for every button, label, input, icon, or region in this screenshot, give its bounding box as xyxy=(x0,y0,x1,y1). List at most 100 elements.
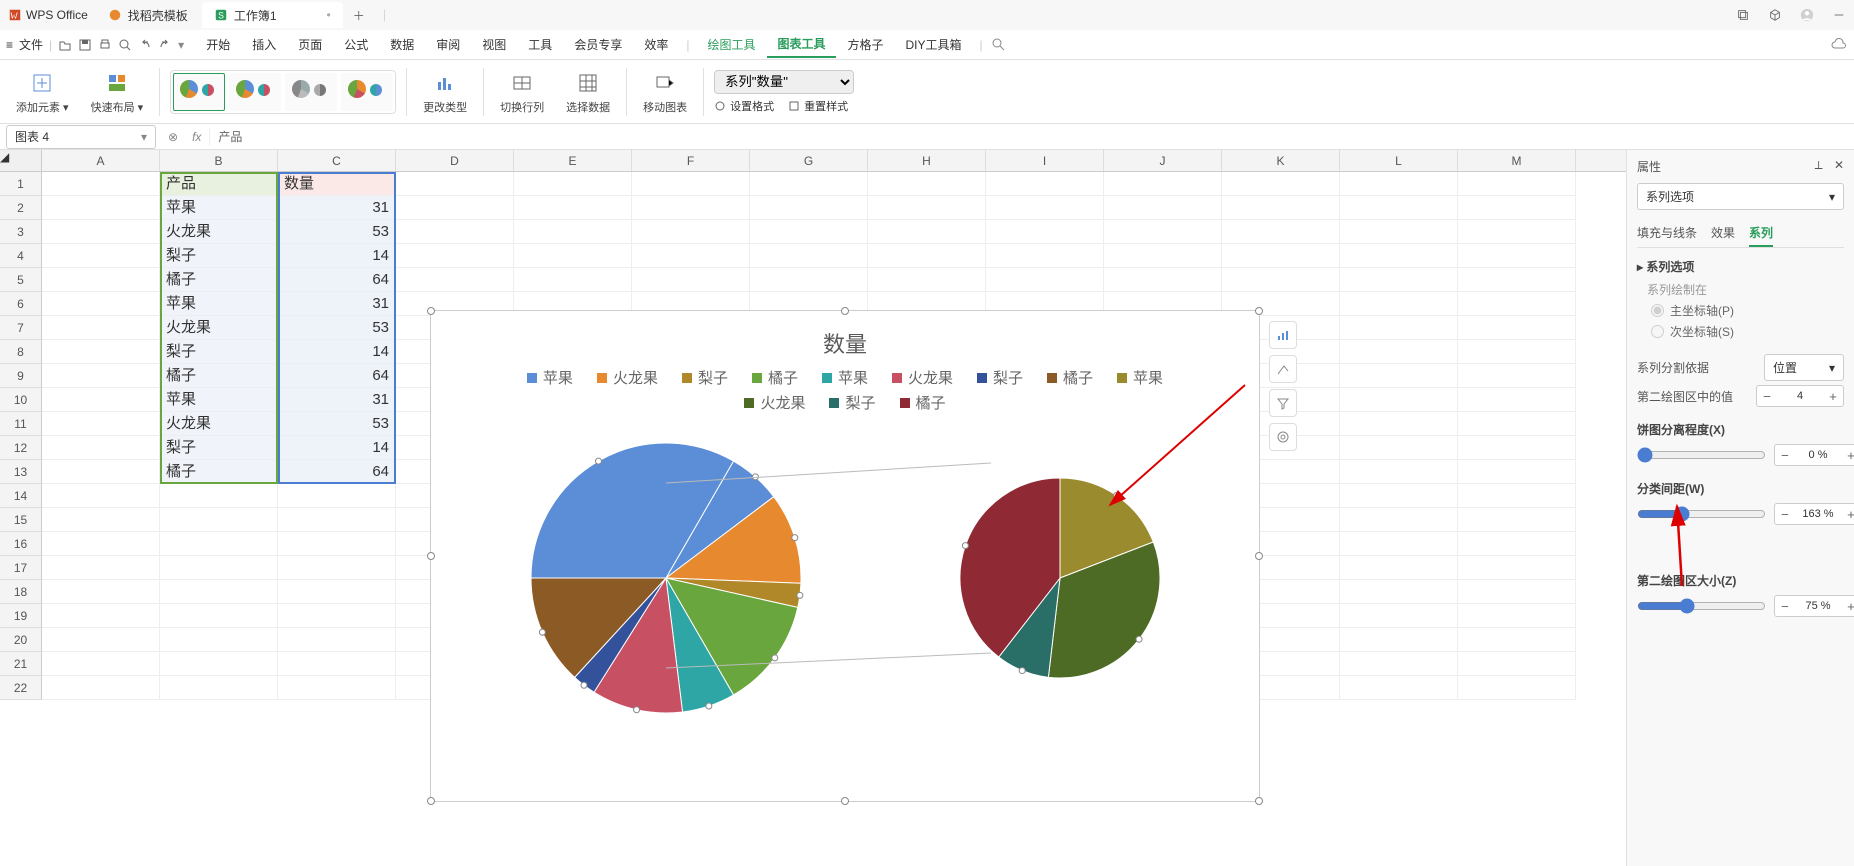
close-panel-icon[interactable]: ✕ xyxy=(1834,158,1844,172)
resize-handle[interactable] xyxy=(841,307,849,315)
cell[interactable]: 橘子 xyxy=(160,364,278,388)
fx-icon[interactable]: fx xyxy=(184,130,209,144)
fx-cancel-icon[interactable]: ⊗ xyxy=(162,130,184,144)
cell[interactable] xyxy=(868,196,986,220)
cell[interactable] xyxy=(750,220,868,244)
cell[interactable]: 53 xyxy=(278,220,396,244)
slice-handle[interactable] xyxy=(1019,668,1025,674)
series-select[interactable]: 系列"数量" xyxy=(714,70,854,94)
col-header[interactable]: H xyxy=(868,150,986,171)
col-header[interactable]: C xyxy=(278,150,396,171)
chart-settings-button[interactable] xyxy=(1269,423,1297,451)
stepper-plus[interactable]: + xyxy=(1841,507,1854,522)
cell[interactable] xyxy=(160,484,278,508)
cell[interactable] xyxy=(1340,532,1458,556)
open-icon[interactable] xyxy=(58,38,72,52)
cell[interactable]: 64 xyxy=(278,460,396,484)
redo-icon[interactable] xyxy=(158,38,172,52)
cell[interactable] xyxy=(1458,364,1576,388)
cell[interactable] xyxy=(42,244,160,268)
cell[interactable] xyxy=(278,580,396,604)
cell[interactable]: 火龙果 xyxy=(160,412,278,436)
legend-item[interactable]: 火龙果 xyxy=(597,367,658,388)
tab-template[interactable]: 找稻壳模板 xyxy=(96,2,200,28)
menu-fgz[interactable]: 方格子 xyxy=(838,32,894,57)
cell[interactable] xyxy=(1340,628,1458,652)
cell[interactable] xyxy=(632,220,750,244)
cell[interactable] xyxy=(1104,196,1222,220)
cell[interactable] xyxy=(1340,364,1458,388)
cell[interactable]: 数量 xyxy=(278,172,396,196)
slice-handle[interactable] xyxy=(539,629,545,635)
col-header[interactable]: B xyxy=(160,150,278,171)
cell[interactable] xyxy=(160,652,278,676)
row-header[interactable]: 1 xyxy=(0,172,42,196)
slice-handle[interactable] xyxy=(752,474,758,480)
cell[interactable] xyxy=(868,172,986,196)
chart-object[interactable]: 数量 苹果火龙果梨子橘子苹果火龙果梨子橘子苹果火龙果梨子橘子 xyxy=(430,310,1260,802)
switch-rowcol-button[interactable]: 切换行列 xyxy=(494,69,550,115)
col-header[interactable]: L xyxy=(1340,150,1458,171)
cell[interactable] xyxy=(42,364,160,388)
menu-chart-tools[interactable]: 图表工具 xyxy=(767,31,835,58)
col-header[interactable]: M xyxy=(1458,150,1576,171)
cube-icon[interactable] xyxy=(1768,8,1782,22)
cell[interactable]: 31 xyxy=(278,292,396,316)
cell[interactable] xyxy=(750,244,868,268)
name-box[interactable]: 图表 4▾ xyxy=(6,125,156,149)
cell[interactable] xyxy=(750,268,868,292)
worksheet[interactable]: ◢ A B C D E F G H I J K L M 1产品数量2苹果313火… xyxy=(0,150,1626,866)
cell[interactable] xyxy=(160,580,278,604)
select-all-corner[interactable]: ◢ xyxy=(0,150,42,171)
cell[interactable] xyxy=(1340,436,1458,460)
copy-icon[interactable] xyxy=(1736,8,1750,22)
cell[interactable] xyxy=(278,532,396,556)
cell[interactable] xyxy=(514,244,632,268)
preset-1[interactable] xyxy=(173,73,225,111)
secondary-axis-radio[interactable]: 次坐标轴(S) xyxy=(1651,323,1844,340)
cloud-icon[interactable] xyxy=(1830,36,1848,54)
cell[interactable] xyxy=(160,628,278,652)
cell[interactable] xyxy=(1340,508,1458,532)
row-header[interactable]: 12 xyxy=(0,436,42,460)
cell[interactable] xyxy=(278,484,396,508)
row-header[interactable]: 21 xyxy=(0,652,42,676)
cell[interactable]: 梨子 xyxy=(160,244,278,268)
menu-review[interactable]: 审阅 xyxy=(426,32,470,57)
menu-formula[interactable]: 公式 xyxy=(334,32,378,57)
cell[interactable] xyxy=(396,268,514,292)
cell[interactable] xyxy=(42,676,160,700)
cell[interactable] xyxy=(1458,508,1576,532)
cell[interactable] xyxy=(1222,268,1340,292)
cell[interactable] xyxy=(750,172,868,196)
cell[interactable] xyxy=(1458,172,1576,196)
row-header[interactable]: 6 xyxy=(0,292,42,316)
cell[interactable] xyxy=(396,244,514,268)
cell[interactable] xyxy=(160,532,278,556)
menu-view[interactable]: 视图 xyxy=(472,32,516,57)
menu-insert[interactable]: 插入 xyxy=(242,32,286,57)
cell[interactable] xyxy=(1340,244,1458,268)
cell[interactable] xyxy=(986,196,1104,220)
resize-handle[interactable] xyxy=(841,797,849,805)
col-header[interactable]: A xyxy=(42,150,160,171)
cell[interactable] xyxy=(632,268,750,292)
cell[interactable]: 64 xyxy=(278,268,396,292)
cell[interactable] xyxy=(42,604,160,628)
slice-handle[interactable] xyxy=(705,703,711,709)
cell[interactable] xyxy=(1340,340,1458,364)
row-header[interactable]: 22 xyxy=(0,676,42,700)
row-header[interactable]: 10 xyxy=(0,388,42,412)
cell[interactable] xyxy=(1104,244,1222,268)
resize-handle[interactable] xyxy=(1255,307,1263,315)
qat-more[interactable]: ▾ xyxy=(178,38,184,52)
resize-handle[interactable] xyxy=(427,797,435,805)
cell[interactable] xyxy=(1340,460,1458,484)
cell[interactable]: 梨子 xyxy=(160,340,278,364)
row-header[interactable]: 8 xyxy=(0,340,42,364)
menu-member[interactable]: 会员专享 xyxy=(564,32,632,57)
cell[interactable] xyxy=(160,604,278,628)
col-header[interactable]: J xyxy=(1104,150,1222,171)
slice-handle[interactable] xyxy=(771,655,777,661)
col-header[interactable]: G xyxy=(750,150,868,171)
